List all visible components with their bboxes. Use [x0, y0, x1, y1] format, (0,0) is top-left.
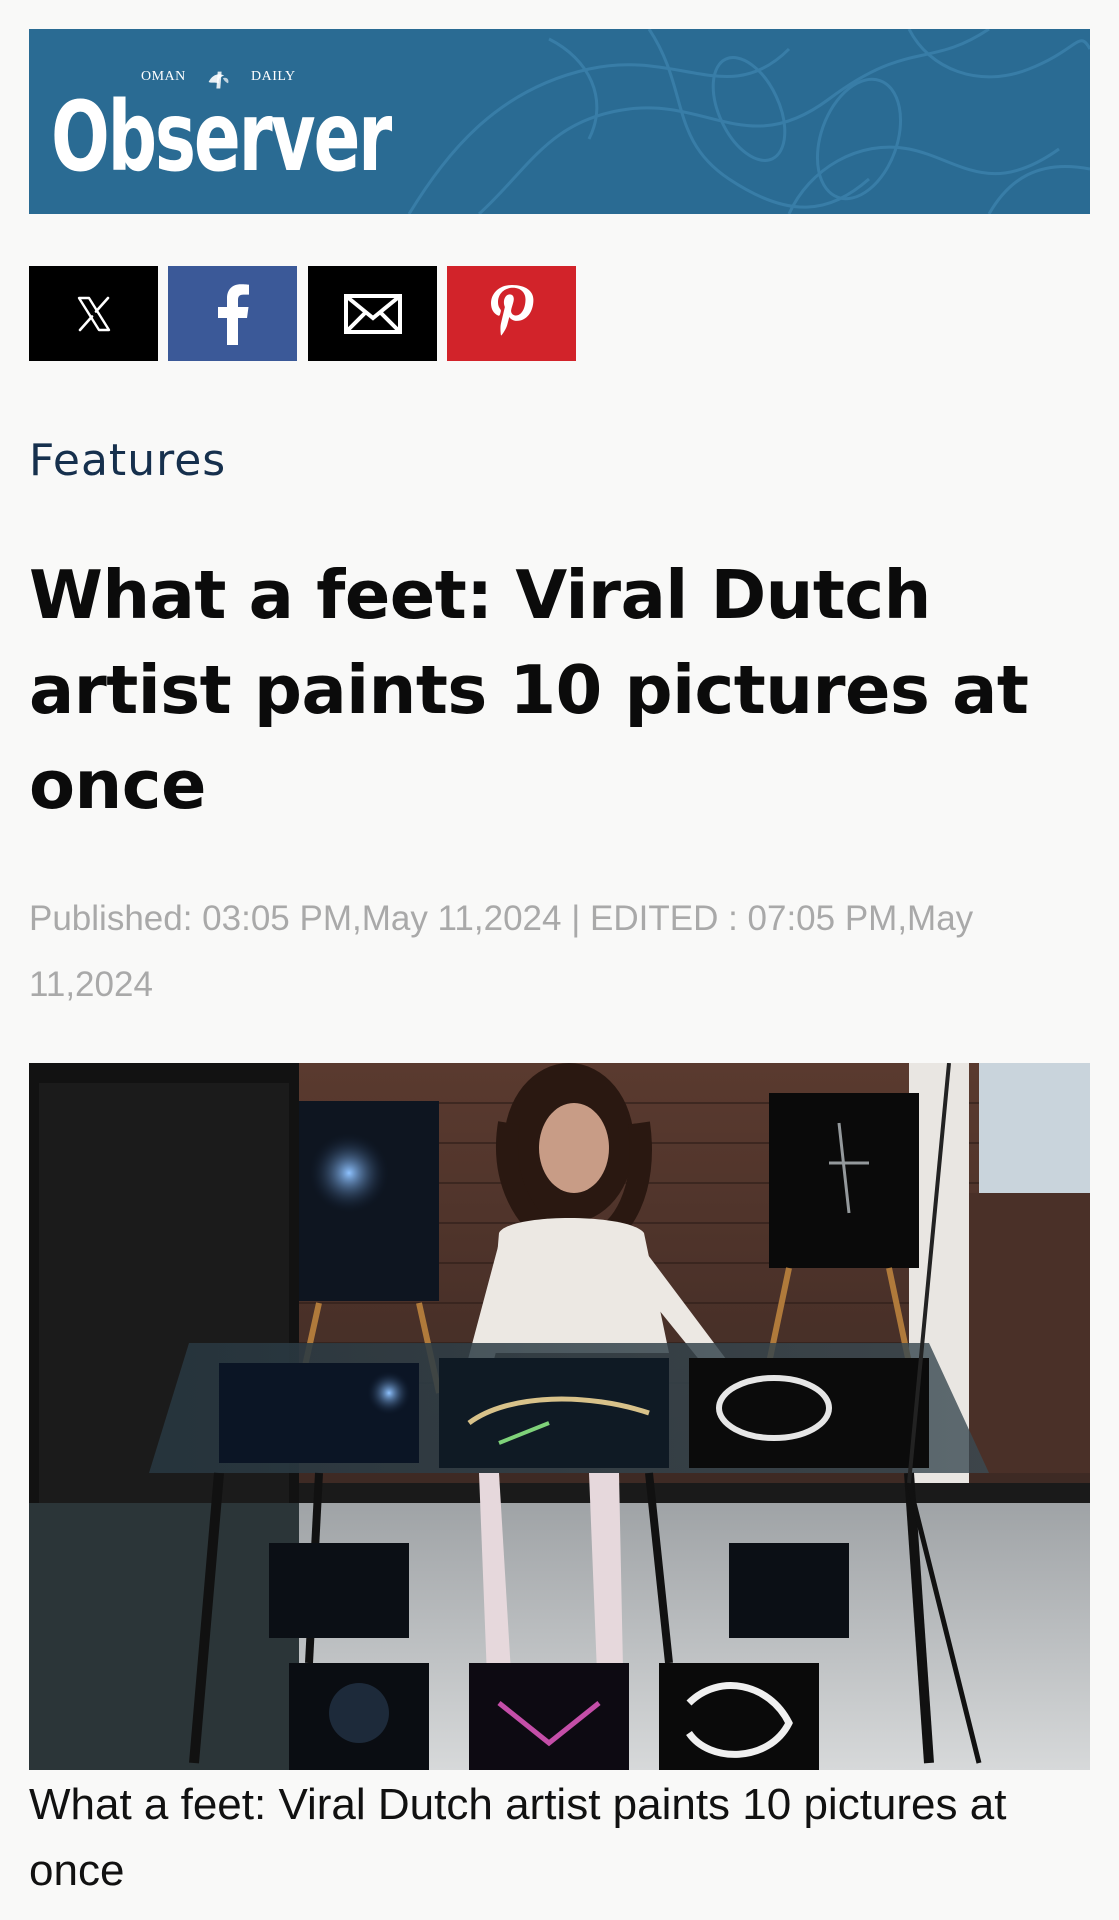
published-edited-timestamp: Published: 03:05 PM,May 11,2024 | EDITED…	[29, 899, 974, 1004]
artist-painting-photo	[29, 1063, 1090, 1770]
article-feature-image[interactable]	[29, 1063, 1090, 1770]
share-pinterest-button[interactable]	[447, 266, 576, 361]
mail-icon	[343, 293, 402, 334]
share-x-button[interactable]	[29, 266, 158, 361]
masthead-banner[interactable]: OMAN DAILY Observer	[29, 29, 1090, 214]
facebook-icon	[217, 283, 249, 345]
logo-wordmark: Observer	[51, 81, 392, 193]
pinterest-icon	[490, 284, 533, 335]
article-category[interactable]: Features	[29, 433, 226, 489]
share-email-button[interactable]	[308, 266, 437, 361]
article-headline: What a feet: Viral Dutch artist paints 1…	[29, 556, 1029, 824]
share-facebook-button[interactable]	[168, 266, 297, 361]
image-caption: What a feet: Viral Dutch artist paints 1…	[29, 1780, 1007, 1895]
x-logo-icon	[77, 296, 110, 331]
